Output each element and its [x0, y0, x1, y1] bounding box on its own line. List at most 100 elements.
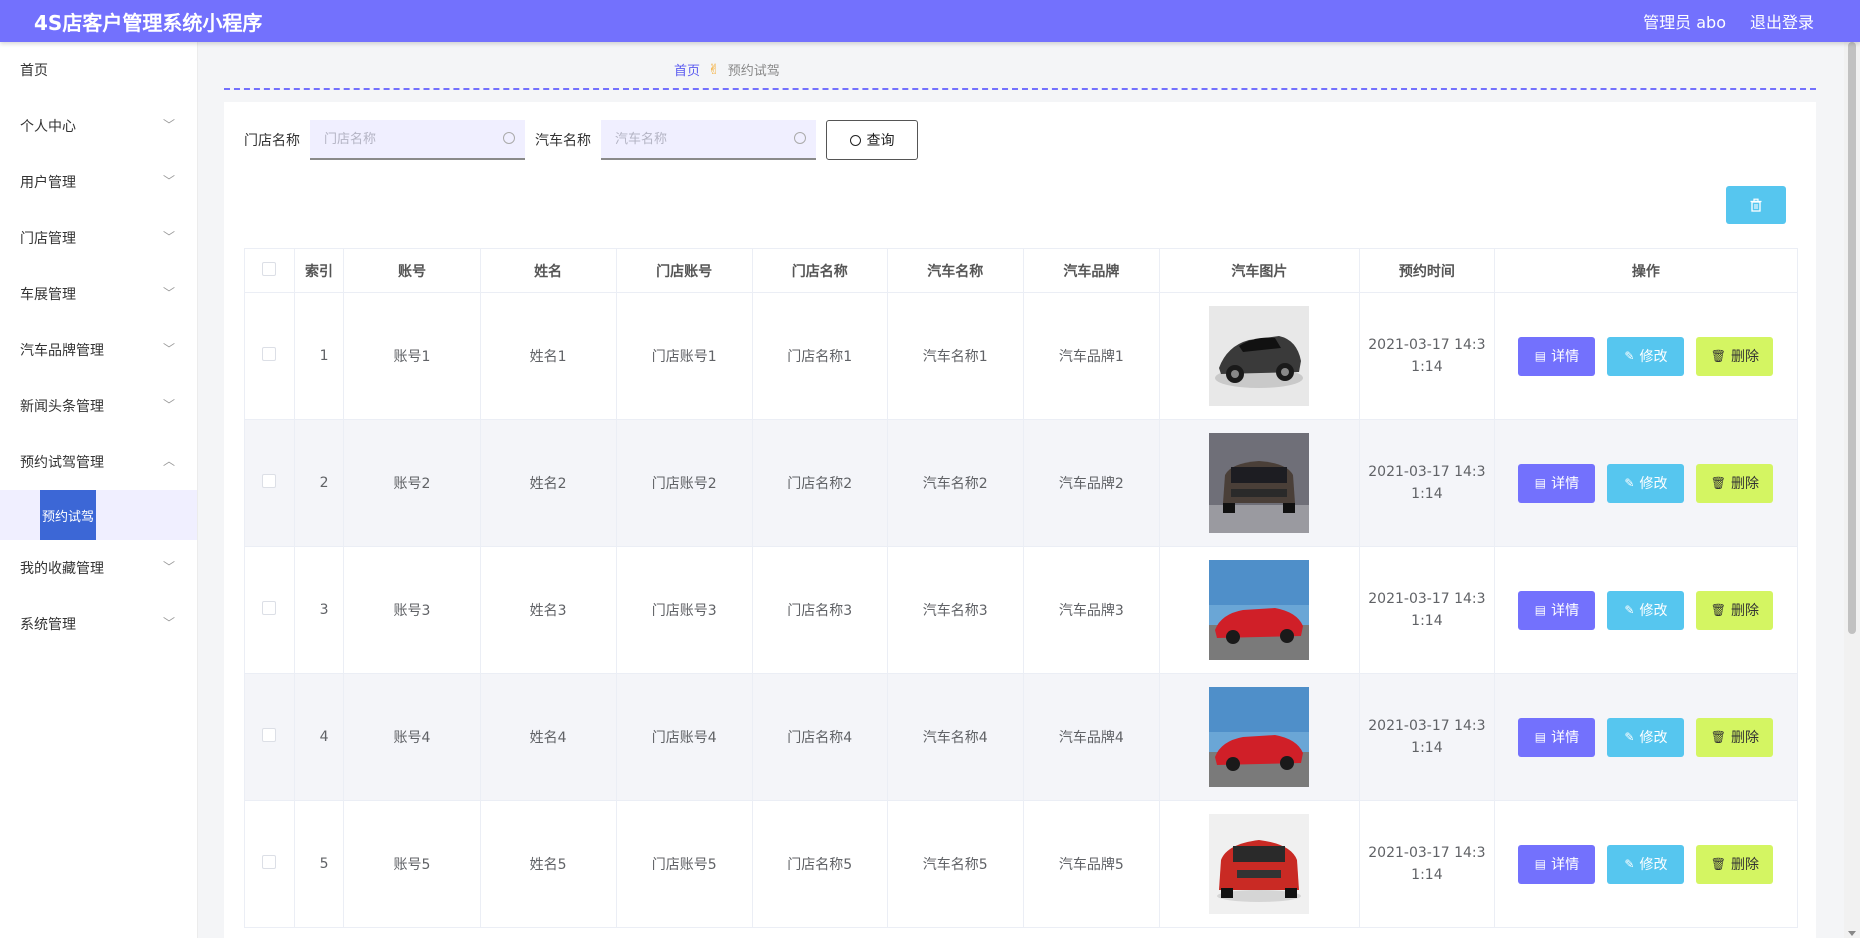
search-icon	[849, 134, 861, 146]
store-name-label: 门店名称	[244, 133, 300, 149]
sidebar-item-personal-center[interactable]: 个人中心 ﹀	[0, 98, 197, 154]
trash-icon	[1750, 198, 1762, 212]
cell-index: 5	[293, 800, 345, 928]
page-scrollbar[interactable]	[1844, 42, 1860, 938]
header-car-image: 汽车图片	[1158, 248, 1360, 293]
row-checkbox[interactable]	[262, 855, 277, 869]
car-image[interactable]	[1209, 306, 1310, 406]
store-name-input[interactable]	[310, 120, 525, 158]
test-drive-table: 索引 账号 姓名 门店账号 门店名称 汽车名称 汽车品牌 汽车图片 预约时间 操…	[244, 248, 1799, 928]
sidebar-item-store-management[interactable]: 门店管理 ﹀	[0, 210, 197, 266]
detail-button[interactable]: ▤ 详情	[1518, 717, 1596, 757]
cell-car-brand: 汽车品牌4	[1022, 673, 1160, 801]
header-select-all[interactable]	[244, 248, 295, 293]
row-checkbox[interactable]	[262, 728, 277, 742]
detail-button[interactable]: ▤ 详情	[1518, 844, 1596, 884]
cell-index: 4	[293, 673, 345, 801]
pencil-icon: ✎	[1624, 857, 1635, 871]
sidebar-item-label: 我的收藏管理	[20, 561, 104, 577]
edit-button[interactable]: ✎ 修改	[1607, 336, 1685, 376]
edit-button[interactable]: ✎ 修改	[1607, 590, 1685, 630]
sidebar-item-test-drive-management[interactable]: 预约试驾管理 ︿	[0, 434, 197, 490]
sidebar-item-car-show-management[interactable]: 车展管理 ﹀	[0, 266, 197, 322]
sidebar-subitem-test-drive[interactable]: 预约试驾	[40, 490, 96, 540]
edit-button[interactable]: ✎ 修改	[1607, 463, 1685, 503]
cell-index: 1	[293, 292, 345, 420]
car-name-input[interactable]	[601, 120, 816, 158]
row-checkbox[interactable]	[262, 474, 277, 488]
content-panel: 门店名称 汽车名称 查询	[224, 102, 1816, 938]
table-header-row: 索引 账号 姓名 门店账号 门店名称 汽车名称 汽车品牌 汽车图片 预约时间 操…	[244, 248, 1799, 293]
detail-button[interactable]: ▤ 详情	[1518, 336, 1596, 376]
car-image[interactable]	[1209, 560, 1310, 660]
trash-icon: 🗑	[1710, 857, 1727, 871]
sidebar-item-home[interactable]: 首页	[0, 42, 197, 98]
chevron-up-icon: ︿	[162, 454, 175, 468]
cell-car-brand: 汽车品牌5	[1022, 800, 1160, 928]
chevron-down-icon: ﹀	[162, 560, 175, 574]
row-checkbox[interactable]	[262, 347, 277, 361]
pencil-icon: ✎	[1624, 603, 1635, 617]
header-car-name: 汽车名称	[886, 248, 1024, 293]
trash-icon: 🗑	[1710, 476, 1727, 490]
cell-store-account: 门店账号4	[615, 673, 753, 801]
cell-account: 账号2	[343, 419, 481, 547]
bulk-delete-button[interactable]	[1726, 186, 1786, 224]
header-index: 索引	[293, 248, 345, 293]
table-row: 1 账号1 姓名1 门店账号1 门店名称1 汽车名称1 汽车品牌1 2021-0…	[244, 292, 1799, 420]
document-icon: ▤	[1534, 349, 1547, 363]
delete-button[interactable]: 🗑 删除	[1696, 844, 1774, 884]
breadcrumb-home[interactable]: 首页	[674, 60, 700, 79]
scroll-down-arrow-icon[interactable]	[1848, 931, 1856, 936]
chevron-down-icon: ﹀	[162, 616, 175, 630]
query-button-label: 查询	[866, 133, 895, 149]
cell-account: 账号4	[343, 673, 481, 801]
header-store-name: 门店名称	[751, 248, 888, 293]
cell-booking-time: 2021-03-17 14:3 1:14	[1358, 419, 1495, 547]
delete-button[interactable]: 🗑 删除	[1696, 590, 1774, 630]
detail-button[interactable]: ▤ 详情	[1518, 590, 1596, 630]
store-name-field	[310, 120, 525, 160]
cell-car-image	[1158, 800, 1360, 928]
cell-name: 姓名3	[479, 546, 617, 674]
top-right-actions: 管理员 abo 退出登录	[1619, 0, 1814, 42]
sidebar-item-favorites-management[interactable]: 我的收藏管理 ﹀	[0, 540, 197, 596]
document-icon: ▤	[1534, 476, 1547, 490]
car-image[interactable]	[1209, 687, 1310, 787]
sidebar-item-system-management[interactable]: 系统管理 ﹀	[0, 596, 197, 652]
header-store-account: 门店账号	[615, 248, 753, 293]
sidebar-item-car-brand-management[interactable]: 汽车品牌管理 ﹀	[0, 322, 197, 378]
logout-link[interactable]: 退出登录	[1750, 9, 1814, 33]
sidebar-item-label: 车展管理	[20, 287, 76, 303]
delete-button[interactable]: 🗑 删除	[1696, 463, 1774, 503]
cell-name: 姓名2	[479, 419, 617, 547]
scrollbar-thumb[interactable]	[1848, 42, 1856, 634]
query-button[interactable]: 查询	[826, 120, 918, 160]
car-image[interactable]	[1209, 814, 1310, 914]
sidebar-item-label: 新闻头条管理	[20, 399, 104, 415]
cell-car-image	[1158, 673, 1360, 801]
row-checkbox[interactable]	[262, 601, 277, 615]
cell-car-name: 汽车名称3	[886, 546, 1024, 674]
search-icon	[503, 132, 515, 144]
delete-button[interactable]: 🗑 删除	[1696, 336, 1774, 376]
search-bar: 门店名称 汽车名称 查询	[244, 120, 918, 160]
delete-button[interactable]: 🗑 删除	[1696, 717, 1774, 757]
cell-name: 姓名1	[479, 292, 617, 420]
document-icon: ▤	[1534, 857, 1547, 871]
sidebar-item-user-management[interactable]: 用户管理 ﹀	[0, 154, 197, 210]
sidebar-item-news-management[interactable]: 新闻头条管理 ﹀	[0, 378, 197, 434]
current-user: 管理员 abo	[1643, 13, 1726, 32]
detail-button[interactable]: ▤ 详情	[1518, 463, 1596, 503]
cell-actions: ▤ 详情 ✎ 修改 🗑 删除	[1493, 419, 1799, 547]
cell-store-name: 门店名称1	[751, 292, 888, 420]
cell-car-name: 汽车名称1	[886, 292, 1024, 420]
select-all-checkbox[interactable]	[262, 261, 277, 276]
cell-account: 账号3	[343, 546, 481, 674]
breadcrumb-divider	[224, 88, 1816, 90]
car-image[interactable]	[1209, 433, 1310, 533]
cell-car-brand: 汽车品牌1	[1022, 292, 1160, 420]
edit-button[interactable]: ✎ 修改	[1607, 717, 1685, 757]
cell-car-brand: 汽车品牌2	[1022, 419, 1160, 547]
edit-button[interactable]: ✎ 修改	[1607, 844, 1685, 884]
